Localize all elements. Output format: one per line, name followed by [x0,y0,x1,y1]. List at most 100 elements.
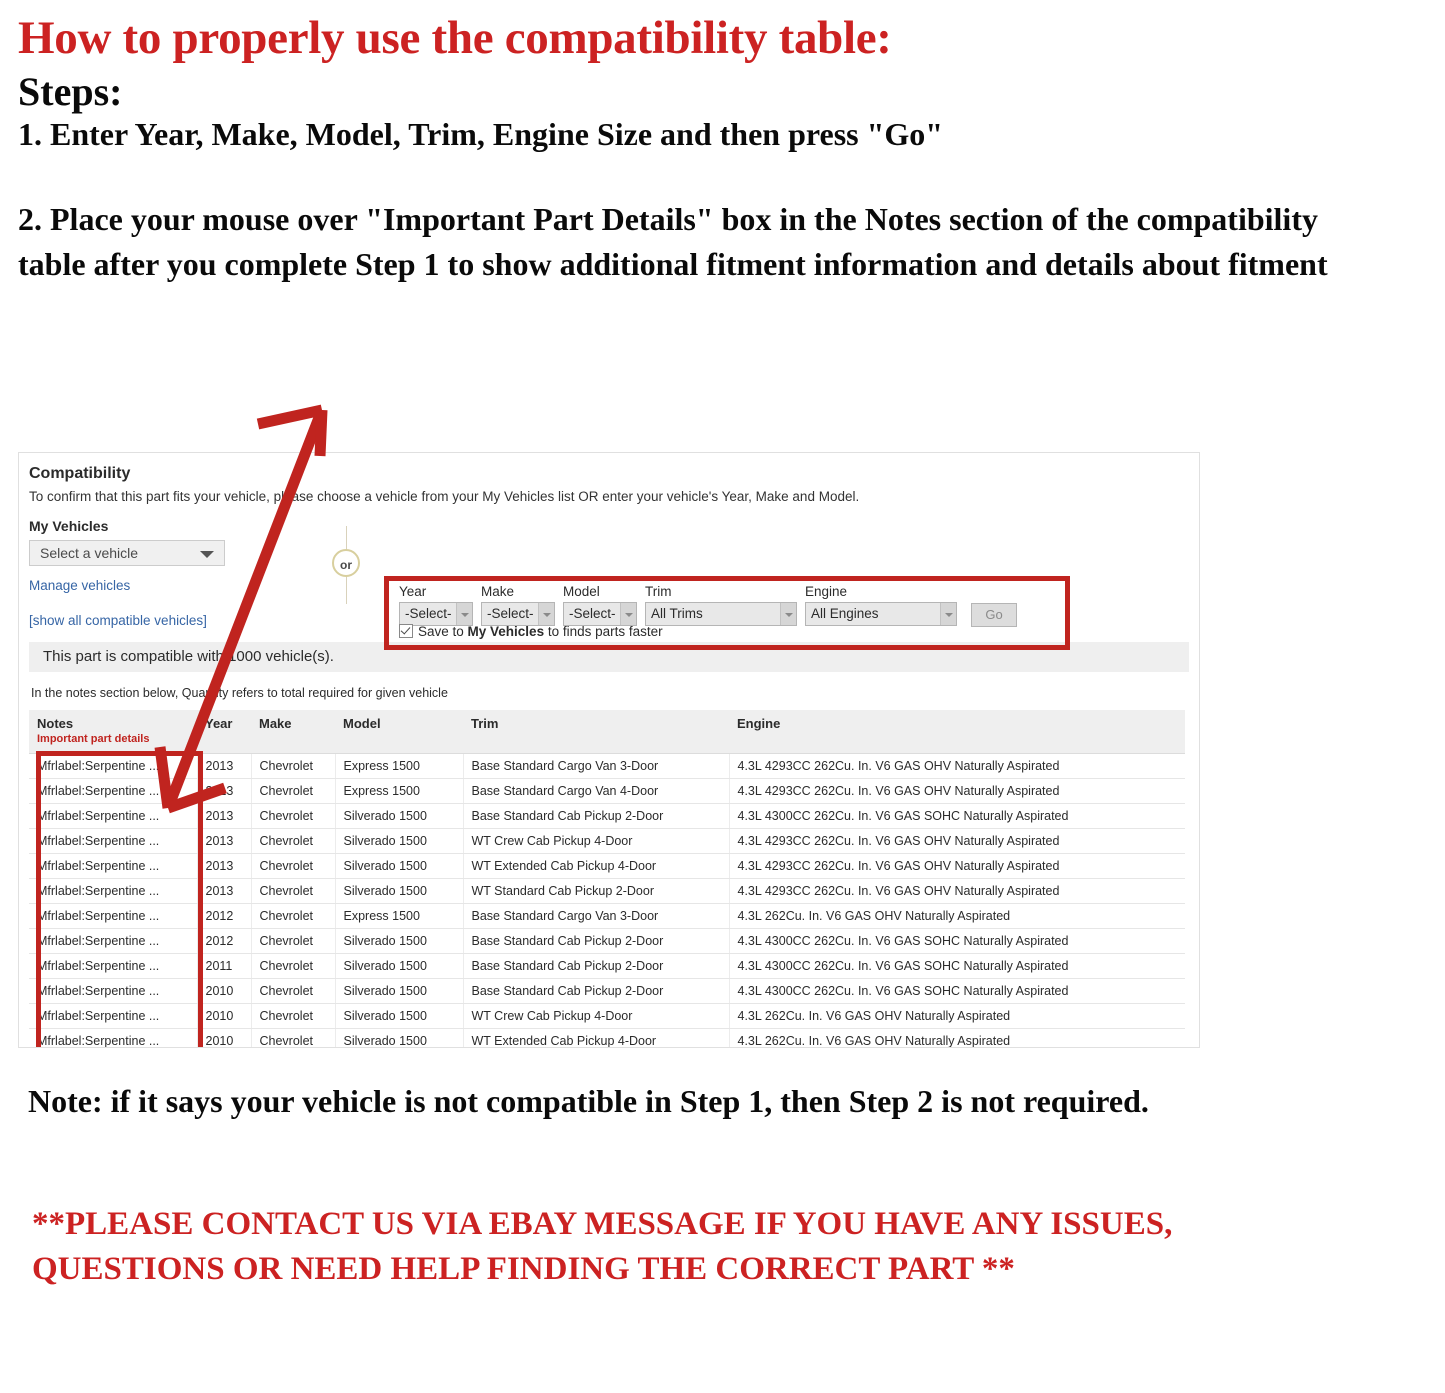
save-checkbox[interactable] [399,624,413,638]
instructions-block: How to properly use the compatibility ta… [18,13,1418,288]
cell-notes[interactable]: Mfrlabel:Serpentine ... [29,828,198,854]
cell-notes[interactable]: Mfrlabel:Serpentine ... [29,978,198,1004]
th-make: Make [251,710,335,754]
th-notes-label: Notes [37,716,74,731]
cell-model: Silverado 1500 [335,1028,464,1047]
cell-trim: Base Standard Cab Pickup 2-Door [463,953,730,979]
my-vehicles-label: My Vehicles [29,518,109,534]
cell-trim: Base Standard Cab Pickup 2-Door [463,978,730,1004]
cell-model: Silverado 1500 [335,803,464,829]
table-row: Mfrlabel:Serpentine ... 2010 Chevrolet Silv… [29,1003,1185,1029]
year-select[interactable]: -Select- [399,602,473,626]
cell-model: Express 1500 [335,778,464,804]
select-vehicle-dropdown[interactable]: Select a vehicle [29,540,225,566]
cell-model: Silverado 1500 [335,878,464,904]
cell-trim: Base Standard Cab Pickup 2-Door [463,803,730,829]
cell-year: 2013 [197,778,252,804]
year-field: Year -Select- [399,584,473,626]
cell-notes[interactable]: Mfrlabel:Serpentine ... [29,753,198,779]
cell-engine: 4.3L 4293CC 262Cu. In. V6 GAS OHV Natura… [729,828,1185,854]
cell-make: Chevrolet [251,978,336,1004]
save-to-my-vehicles-row[interactable]: Save to My Vehicles to finds parts faste… [399,624,663,639]
table-row: Mfrlabel:Serpentine ... 2012 Chevrolet Expr… [29,903,1185,929]
cell-year: 2013 [197,853,252,879]
go-button[interactable]: Go [971,603,1017,627]
cell-trim: Base Standard Cargo Van 3-Door [463,753,730,779]
cell-engine: 4.3L 4300CC 262Cu. In. V6 GAS SOHC Natur… [729,928,1185,954]
cell-engine: 4.3L 4300CC 262Cu. In. V6 GAS SOHC Natur… [729,803,1185,829]
cell-notes[interactable]: Mfrlabel:Serpentine ... [29,1028,198,1047]
cell-make: Chevrolet [251,853,336,879]
cell-trim: WT Standard Cab Pickup 2-Door [463,878,730,904]
step-2-text: 2. Place your mouse over "Important Part… [18,200,1328,283]
compatibility-heading: Compatibility [29,465,131,482]
cell-make: Chevrolet [251,953,336,979]
table-row: Mfrlabel:Serpentine ... 2012 Chevrolet Silv… [29,928,1185,954]
manage-vehicles-link[interactable]: Manage vehicles [29,578,279,593]
th-notes: Notes Important part details [29,710,197,754]
model-select[interactable]: -Select- [563,602,637,626]
table-row: Mfrlabel:Serpentine ... 2013 Chevrolet Silv… [29,878,1185,904]
th-year: Year [197,710,251,754]
table-row: Mfrlabel:Serpentine ... 2013 Chevrolet Silv… [29,828,1185,854]
steps-label: Steps: [18,68,123,114]
quantity-note: In the notes section below, Quantity ref… [31,686,448,700]
table-body: Mfrlabel:Serpentine ... 2013 Chevrolet Expr… [29,753,1185,1047]
compatibility-subtitle: To confirm that this part fits your vehi… [29,489,860,504]
cell-make: Chevrolet [251,803,336,829]
cell-trim: Base Standard Cargo Van 3-Door [463,903,730,929]
cell-year: 2013 [197,753,252,779]
make-field: Make -Select- [481,584,555,626]
save-suffix: to finds parts faster [544,624,663,639]
engine-select[interactable]: All Engines [805,602,957,626]
or-divider: or [327,526,367,604]
footer-note: Note: if it says your vehicle is not com… [28,1083,1149,1119]
cell-notes[interactable]: Mfrlabel:Serpentine ... [29,803,198,829]
cell-year: 2012 [197,928,252,954]
cell-notes[interactable]: Mfrlabel:Serpentine ... [29,928,198,954]
cell-year: 2013 [197,828,252,854]
cell-engine: 4.3L 4293CC 262Cu. In. V6 GAS OHV Natura… [729,853,1185,879]
cell-make: Chevrolet [251,1028,336,1047]
table-row: Mfrlabel:Serpentine ... 2013 Chevrolet Silv… [29,853,1185,879]
cell-model: Express 1500 [335,903,464,929]
trim-select-value: All Trims [651,606,703,621]
cell-make: Chevrolet [251,778,336,804]
cell-engine: 4.3L 262Cu. In. V6 GAS OHV Naturally Asp… [729,903,1185,929]
cell-year: 2013 [197,878,252,904]
th-engine: Engine [729,710,1185,754]
chevron-down-icon [538,603,554,625]
cell-trim: WT Crew Cab Pickup 4-Door [463,828,730,854]
cell-notes[interactable]: Mfrlabel:Serpentine ... [29,778,198,804]
cell-year: 2012 [197,903,252,929]
cell-engine: 4.3L 4293CC 262Cu. In. V6 GAS OHV Natura… [729,778,1185,804]
cell-engine: 4.3L 4300CC 262Cu. In. V6 GAS SOHC Natur… [729,953,1185,979]
cell-notes[interactable]: Mfrlabel:Serpentine ... [29,1003,198,1029]
cell-notes[interactable]: Mfrlabel:Serpentine ... [29,853,198,879]
make-select[interactable]: -Select- [481,602,555,626]
cell-notes[interactable]: Mfrlabel:Serpentine ... [29,903,198,929]
table-row: Mfrlabel:Serpentine ... 2013 Chevrolet Silv… [29,803,1185,829]
year-label: Year [399,584,427,599]
cell-year: 2010 [197,978,252,1004]
trim-label: Trim [645,584,672,599]
th-model: Model [335,710,463,754]
cell-notes[interactable]: Mfrlabel:Serpentine ... [29,953,198,979]
chevron-down-icon [620,603,636,625]
important-part-details-label[interactable]: Important part details [37,733,189,745]
cell-engine: 4.3L 4300CC 262Cu. In. V6 GAS SOHC Natur… [729,978,1185,1004]
table-row: Mfrlabel:Serpentine ... 2013 Chevrolet Expr… [29,753,1185,779]
engine-label: Engine [805,584,848,599]
vehicle-selection-row: My Vehicles Select a vehicle Manage vehi… [29,518,1189,650]
trim-field: Trim All Trims [645,584,797,626]
cell-engine: 4.3L 4293CC 262Cu. In. V6 GAS OHV Natura… [729,753,1185,779]
table-row: Mfrlabel:Serpentine ... 2010 Chevrolet Silv… [29,978,1185,1004]
show-all-compatible-vehicles-link[interactable]: [show all compatible vehicles] [29,613,279,628]
make-label: Make [481,584,515,599]
make-select-value: -Select- [487,606,534,621]
cell-engine: 4.3L 262Cu. In. V6 GAS OHV Naturally Asp… [729,1003,1185,1029]
cell-notes[interactable]: Mfrlabel:Serpentine ... [29,878,198,904]
cell-trim: WT Crew Cab Pickup 4-Door [463,1003,730,1029]
step-1-text: 1. Enter Year, Make, Model, Trim, Engine… [18,116,944,152]
trim-select[interactable]: All Trims [645,602,797,626]
